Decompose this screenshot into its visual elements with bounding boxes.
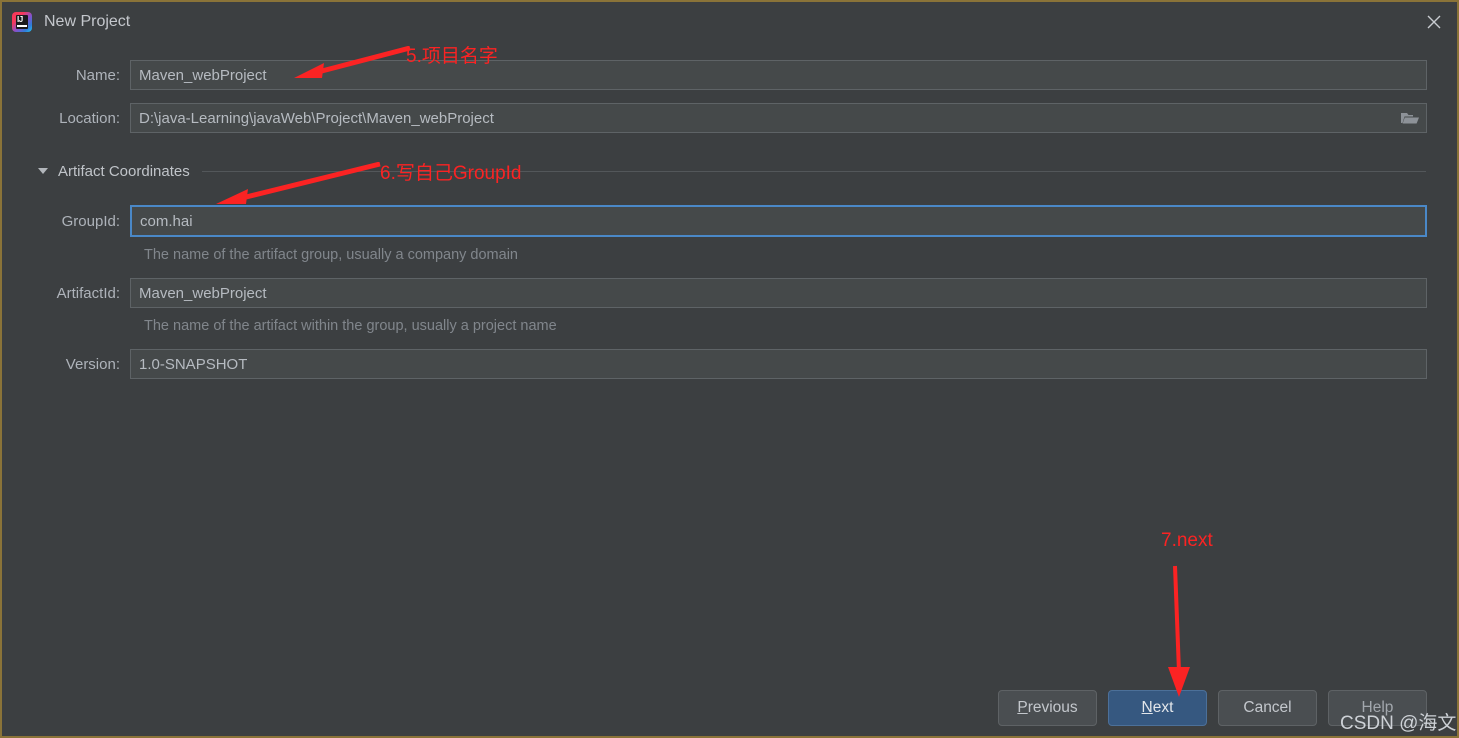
artifactid-row: ArtifactId: Maven_webProject: [2, 278, 1457, 308]
form-area: Name: Maven_webProject Location: D:\java…: [2, 42, 1457, 682]
name-input[interactable]: Maven_webProject: [130, 60, 1427, 90]
artifact-coordinates-label: Artifact Coordinates: [58, 162, 190, 180]
section-divider: [201, 170, 1426, 172]
close-icon[interactable]: [1411, 2, 1457, 42]
dialog-button-bar: Previous Next Cancel Help: [998, 690, 1427, 726]
artifactid-hint: The name of the artifact within the grou…: [144, 318, 557, 334]
version-row: Version: 1.0-SNAPSHOT: [2, 349, 1457, 379]
cancel-button-label: Cancel: [1243, 699, 1292, 716]
location-label: Location:: [59, 109, 120, 127]
location-input[interactable]: D:\java-Learning\javaWeb\Project\Maven_w…: [130, 103, 1427, 133]
next-button-mnemonic: N: [1141, 699, 1153, 716]
location-input-value: D:\java-Learning\javaWeb\Project\Maven_w…: [139, 109, 494, 127]
location-row: Location: D:\java-Learning\javaWeb\Proje…: [2, 103, 1457, 133]
new-project-dialog: IJ New Project Name: Maven_webProject Lo…: [0, 0, 1459, 738]
intellij-idea-icon: IJ: [12, 12, 32, 32]
title-bar: IJ New Project: [2, 2, 1457, 42]
version-label: Version:: [65, 355, 120, 373]
groupid-label: GroupId:: [61, 212, 120, 230]
groupid-hint: The name of the artifact group, usually …: [144, 247, 518, 263]
artifact-coordinates-section-header[interactable]: Artifact Coordinates: [2, 160, 1457, 182]
groupid-input-value: com.hai: [140, 212, 193, 230]
triangle-down-icon[interactable]: [38, 168, 48, 174]
name-input-value: Maven_webProject: [139, 66, 267, 84]
previous-button-label: revious: [1027, 699, 1078, 716]
previous-button[interactable]: Previous: [998, 690, 1097, 726]
groupid-row: GroupId: com.hai: [2, 205, 1457, 237]
help-button-label: Help: [1361, 699, 1394, 716]
artifactid-input[interactable]: Maven_webProject: [130, 278, 1427, 308]
version-input-value: 1.0-SNAPSHOT: [139, 355, 248, 373]
next-button-label: ext: [1152, 699, 1174, 716]
groupid-input[interactable]: com.hai: [130, 205, 1427, 237]
name-row: Name: Maven_webProject: [2, 60, 1457, 90]
cancel-button[interactable]: Cancel: [1218, 690, 1317, 726]
next-button[interactable]: Next: [1108, 690, 1207, 726]
window-title: New Project: [44, 13, 131, 30]
version-input[interactable]: 1.0-SNAPSHOT: [130, 349, 1427, 379]
artifactid-label: ArtifactId:: [56, 284, 120, 302]
folder-open-icon[interactable]: [1400, 110, 1420, 126]
help-button[interactable]: Help: [1328, 690, 1427, 726]
artifactid-input-value: Maven_webProject: [139, 284, 267, 302]
previous-button-mnemonic: P: [1017, 699, 1028, 716]
name-label: Name:: [75, 66, 120, 84]
